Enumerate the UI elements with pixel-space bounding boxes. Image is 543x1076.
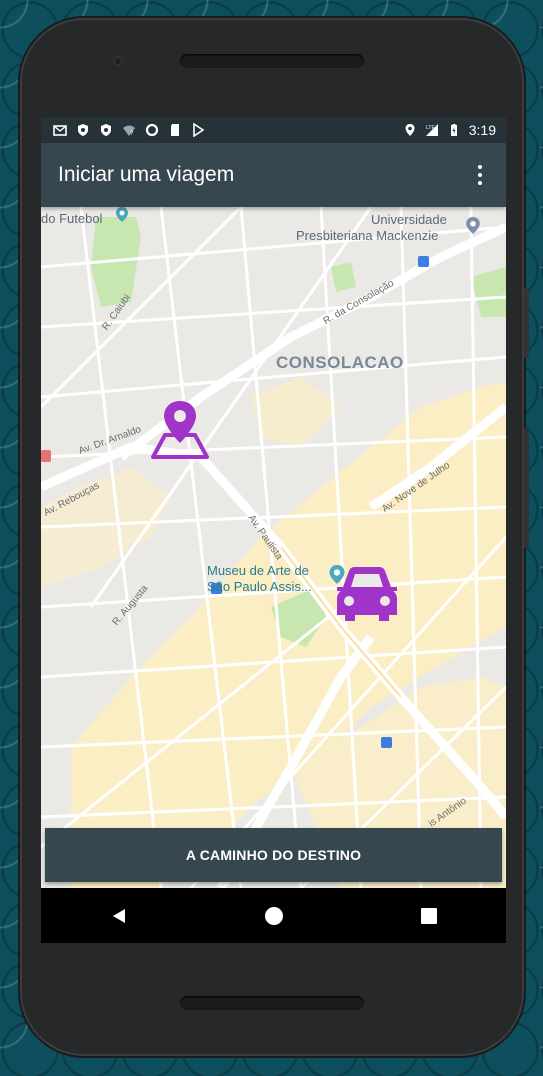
place-label-university-2: Presbiteriana Mackenzie	[296, 228, 439, 243]
status-time: 3:19	[468, 122, 496, 138]
home-button[interactable]	[244, 896, 304, 936]
place-label-futebol: do Futebol	[41, 211, 103, 226]
home-icon	[264, 906, 283, 925]
recents-button[interactable]	[399, 896, 459, 936]
top-speaker	[180, 54, 364, 68]
district-label: CONSOLACAO	[276, 353, 404, 372]
car-icon[interactable]	[329, 565, 405, 623]
shield-icon	[78, 124, 88, 136]
back-icon	[112, 908, 125, 923]
svg-text:LTE: LTE	[426, 125, 435, 131]
page-title: Iniciar uma viagem	[58, 163, 235, 186]
museum-pin-icon	[116, 207, 128, 222]
play-store-icon	[193, 123, 205, 137]
power-button	[524, 288, 529, 358]
battery-icon	[450, 124, 457, 136]
map-view[interactable]: do Futebol Universidade Presbiteriana Ma…	[41, 207, 506, 888]
overflow-menu-icon[interactable]	[470, 161, 490, 189]
device-screen: ? LTE 3:19 Iniciar uma viagem do Futebol…	[41, 117, 506, 943]
location-icon	[405, 124, 415, 136]
location-pin-icon[interactable]	[143, 399, 217, 459]
signal-icon: LTE	[425, 124, 438, 136]
navigation-bar	[41, 888, 506, 943]
recents-icon	[420, 907, 437, 924]
status-bar: ? LTE 3:19	[41, 117, 506, 143]
place-label-museum-2: São Paulo Assis...	[207, 579, 312, 594]
wifi-icon: ?	[123, 125, 135, 137]
trip-status-button[interactable]: A CAMINHO DO DESTINO	[45, 828, 502, 882]
bottom-speaker	[180, 996, 364, 1010]
volume-button	[524, 428, 529, 548]
front-camera	[113, 56, 123, 66]
place-label-museum-1: Museu de Arte de	[207, 563, 309, 578]
place-label-university-1: Universidade	[371, 212, 447, 227]
shield-icon	[101, 124, 111, 136]
university-pin-icon	[466, 217, 480, 234]
circle-icon	[145, 123, 159, 137]
svg-text:?: ?	[130, 131, 134, 137]
app-bar: Iniciar uma viagem	[41, 143, 506, 207]
mail-icon	[53, 125, 67, 136]
back-button[interactable]	[89, 896, 149, 936]
sd-card-icon	[171, 124, 179, 136]
